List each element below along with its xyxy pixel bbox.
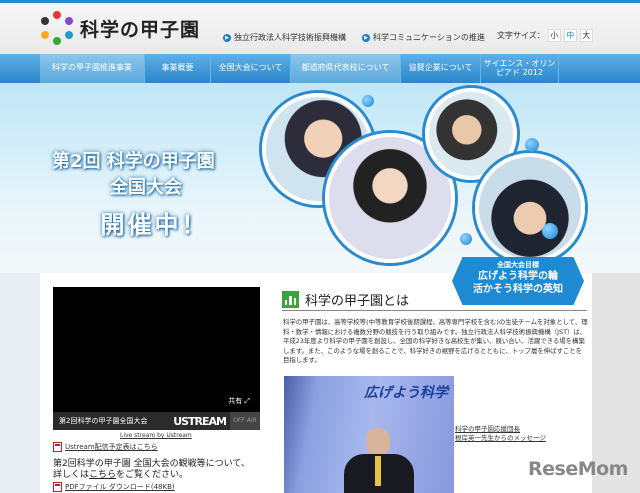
hero-title: 第2回 科学の甲子園 全国大会 開催中！ xyxy=(52,147,237,240)
pdf-icon xyxy=(53,482,62,492)
ustream-logo[interactable]: USTREAM xyxy=(173,415,227,428)
video-title: 第2回科学の甲子園全国大会 xyxy=(59,417,148,425)
hero-banner: 第2回 科学の甲子園 全国大会 開催中！ xyxy=(0,83,640,273)
message-line2: 根岸英一先生からのメッセージ xyxy=(455,434,546,442)
player-bar: 第2回科学の甲子園全国大会 USTREAM OFF AIR xyxy=(53,412,260,430)
nav-olympiad[interactable]: サイエンス・オリンピアド 2012 xyxy=(481,54,559,83)
nav-overview[interactable]: 事業概要 xyxy=(145,54,211,83)
share-button[interactable]: 共有 ⤢ xyxy=(228,396,250,406)
nav-sponsors[interactable]: 協賛企業について xyxy=(401,54,481,83)
goal-line1: 広げよう科学の輪 xyxy=(478,271,558,282)
resemom-watermark: ReseMom xyxy=(528,458,628,480)
font-size-large-button[interactable]: 大 xyxy=(579,29,593,42)
speaker-figure xyxy=(344,428,414,493)
logo-icon xyxy=(40,11,74,45)
ustream-credit-link[interactable]: Live stream by Ustream xyxy=(120,432,192,439)
jst-link-label: 独立行政法人科学技術振興機構 xyxy=(234,33,346,42)
hero-line1: 第2回 科学の甲子園 xyxy=(52,151,215,172)
about-description: 科学の甲子園は、高等学校等(中等教育学校後期課程、高等専門学校を含む)の生徒チー… xyxy=(283,318,588,364)
schedule-link[interactable]: Ustream配信予定表はこちら xyxy=(53,442,158,452)
schedule-link-label: Ustream配信予定表はこちら xyxy=(65,443,158,451)
font-size-medium-button[interactable]: 中 xyxy=(563,29,577,42)
notice-text: 詳しくは xyxy=(53,470,90,480)
negishi-message-link[interactable]: 科学の甲子園応援団長 根岸英一先生からのメッセージ xyxy=(455,425,546,443)
message-line1: 科学の甲子園応援団長 xyxy=(455,425,520,433)
decor-bubble xyxy=(542,223,558,239)
live-status: OFF AIR xyxy=(230,412,260,430)
photo-banner-text: 広げよう科学 xyxy=(364,385,448,401)
details-link[interactable]: こちら xyxy=(89,470,116,480)
about-heading: 科学の甲子園とは xyxy=(282,290,409,309)
notice-line1: 第2回科学の甲子園 全国大会の観戦等について、 xyxy=(53,459,250,469)
hero-line3: 開催中！ xyxy=(100,211,209,239)
arrow-icon: ▶ xyxy=(362,33,370,42)
share-label: 共有 xyxy=(228,397,243,405)
notice-text: をご覧ください。 xyxy=(116,470,189,480)
negishi-photo[interactable]: 広げよう科学 xyxy=(284,376,454,493)
decor-bubble xyxy=(525,138,539,152)
document-icon xyxy=(53,442,62,452)
about-title: 科学の甲子園とは xyxy=(305,294,410,309)
hero-line2: 全国大会 xyxy=(110,177,182,198)
goal-line2: 活かそう科学の英知 xyxy=(473,284,563,295)
font-size-label: 文字サイズ： xyxy=(497,31,545,40)
ustream-player[interactable]: 共有 ⤢ 第2回科学の甲子園全国大会 USTREAM OFF AIR xyxy=(53,287,260,430)
nav-prefecture-teams[interactable]: 都道府県代表校について xyxy=(291,54,401,83)
science-communication-label: 科学コミュニケーションの推進 xyxy=(373,33,485,42)
goal-badge: 全国大会目標 広げよう科学の輪 活かそう科学の英知 xyxy=(452,257,584,305)
arrow-icon: ▶ xyxy=(223,33,231,42)
pdf-download-label: PDFファイル ダウンロード(48KB) xyxy=(65,483,175,491)
decor-bubble xyxy=(362,95,374,107)
science-communication-link[interactable]: ▶ 科学コミュニケーションの推進 xyxy=(362,32,485,43)
decor-bubble xyxy=(460,233,472,245)
student-photo-4 xyxy=(475,153,585,263)
logo-text: 科学の甲子園 xyxy=(80,18,201,41)
site-logo[interactable]: 科学の甲子園 xyxy=(40,11,200,45)
nav-national[interactable]: 全国大会について xyxy=(211,54,291,83)
divider xyxy=(282,310,587,311)
bar-chart-icon xyxy=(282,291,299,308)
fullscreen-icon[interactable]: ⤢ xyxy=(244,397,250,405)
viewing-notice: 第2回科学の甲子園 全国大会の観戦等について、 詳しくはこちらをご覧ください。 xyxy=(53,459,250,481)
font-size-small-button[interactable]: 小 xyxy=(547,29,561,42)
jst-link[interactable]: ▶ 独立行政法人科学技術振興機構 xyxy=(223,32,346,43)
site-header: 科学の甲子園 ▶ 独立行政法人科学技術振興機構 ▶ 科学コミュニケーションの推進 文… xyxy=(0,3,640,54)
goal-label: 全国大会目標 xyxy=(497,261,539,269)
font-size-control: 文字サイズ： 小 中 大 xyxy=(497,29,593,42)
main-nav: 科学の甲子園推進事業 事業概要 全国大会について 都道府県代表校について 協賛企… xyxy=(0,54,640,83)
pdf-download-link[interactable]: PDFファイル ダウンロード(48KB) xyxy=(53,482,175,492)
nav-promotion[interactable]: 科学の甲子園推進事業 xyxy=(40,54,145,83)
